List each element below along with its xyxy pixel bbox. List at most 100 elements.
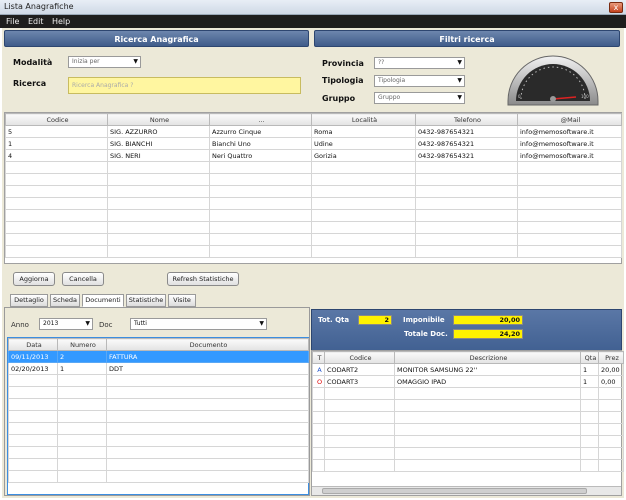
cell-prezzo: 0,00 xyxy=(598,375,624,388)
cell-documento xyxy=(106,470,309,483)
column-header-localita[interactable]: Località xyxy=(311,113,416,126)
column-header-tipo[interactable]: T xyxy=(312,351,325,364)
search-panel: Ricerca Anagrafica Filtri ricerca Modali… xyxy=(2,28,624,292)
table-row[interactable] xyxy=(8,422,309,435)
table-row[interactable]: 02/20/2013 1 DDT xyxy=(8,362,309,375)
table-row[interactable] xyxy=(5,185,622,198)
table-row[interactable] xyxy=(312,447,624,460)
table-row[interactable] xyxy=(8,398,309,411)
table-row[interactable] xyxy=(5,245,622,258)
cell-numero xyxy=(57,422,107,435)
column-header-extra[interactable]: ... xyxy=(209,113,312,126)
tab-scheda[interactable]: Scheda xyxy=(50,294,80,307)
menu-file[interactable]: File xyxy=(6,17,19,26)
refresh-statistiche-button[interactable]: Refresh Statistiche xyxy=(167,272,239,286)
provincia-label: Provincia xyxy=(322,59,364,68)
table-row[interactable]: O CODART3 OMAGGIO IPAD 1 0,00 xyxy=(312,375,624,388)
horizontal-scrollbar[interactable] xyxy=(312,486,621,495)
cell-mail xyxy=(517,221,622,234)
tab-dettaglio[interactable]: Dettaglio xyxy=(10,294,48,307)
cell-extra xyxy=(209,161,312,174)
table-row[interactable] xyxy=(5,173,622,186)
tab-visite[interactable]: Visite xyxy=(168,294,196,307)
cell-mail xyxy=(517,209,622,222)
cell-prezzo xyxy=(598,435,624,448)
cell-descrizione xyxy=(394,399,581,412)
table-row[interactable] xyxy=(312,423,624,436)
provincia-select[interactable]: ?? ▼ xyxy=(374,57,465,69)
tipologia-value: Tipologia xyxy=(378,77,406,84)
table-row[interactable] xyxy=(8,434,309,447)
column-header-qta[interactable]: Qta xyxy=(580,351,599,364)
table-row[interactable] xyxy=(8,410,309,423)
cell-qta xyxy=(580,423,599,436)
table-row[interactable] xyxy=(5,161,622,174)
column-header-data[interactable]: Data xyxy=(8,338,58,351)
table-row[interactable]: 1 SIG. BIANCHI Bianchi Uno Udine 0432-987654… xyxy=(5,137,622,150)
close-button[interactable]: x xyxy=(609,2,623,13)
table-row[interactable] xyxy=(5,233,622,246)
anno-select[interactable]: 2013 ▼ xyxy=(39,318,93,330)
column-header-mail[interactable]: @Mail xyxy=(517,113,622,126)
table-row[interactable]: A CODART2 MONITOR SAMSUNG 22'' 1 20,00 xyxy=(312,363,624,376)
modalita-select[interactable]: Inizia per ▼ xyxy=(68,56,141,68)
cell-codice xyxy=(5,245,108,258)
cell-qta: 1 xyxy=(580,363,599,376)
cell-documento: DDT xyxy=(106,362,309,375)
tot-qta-label: Tot. Qta xyxy=(318,316,350,324)
chevron-down-icon: ▼ xyxy=(85,320,90,327)
cell-documento xyxy=(106,386,309,399)
cell-documento xyxy=(106,410,309,423)
column-header-nome[interactable]: Nome xyxy=(107,113,210,126)
column-header-documento[interactable]: Documento xyxy=(106,338,309,351)
doc-select[interactable]: Tutti ▼ xyxy=(130,318,267,330)
column-header-numero[interactable]: Numero xyxy=(57,338,107,351)
scrollbar-thumb[interactable] xyxy=(322,488,587,494)
table-row[interactable] xyxy=(5,221,622,234)
table-row[interactable] xyxy=(8,374,309,387)
tipologia-select[interactable]: Tipologia ▼ xyxy=(374,75,465,87)
cell-codice xyxy=(324,459,395,472)
table-row[interactable] xyxy=(8,458,309,471)
table-row[interactable]: 5 SIG. AZZURRO Azzurro Cinque Roma 0432-9876… xyxy=(5,125,622,138)
cell-qta xyxy=(580,387,599,400)
cell-descrizione xyxy=(394,387,581,400)
menu-edit[interactable]: Edit xyxy=(28,17,44,26)
column-header-prezzo[interactable]: Prez xyxy=(598,351,624,364)
table-row[interactable] xyxy=(312,387,624,400)
cancella-button[interactable]: Cancella xyxy=(62,272,104,286)
table-row[interactable]: 09/11/2013 2 FATTURA xyxy=(8,350,309,363)
cell-localita: Udine xyxy=(311,137,416,150)
gruppo-select[interactable]: Gruppo ▼ xyxy=(374,92,465,104)
table-row[interactable] xyxy=(312,435,624,448)
cell-localita: Gorizia xyxy=(311,149,416,162)
aggiorna-button[interactable]: Aggiorna xyxy=(13,272,55,286)
column-header-descrizione[interactable]: Descrizione xyxy=(394,351,581,364)
cell-tipo xyxy=(312,411,325,424)
tab-statistiche[interactable]: Statistiche xyxy=(126,294,166,307)
table-row[interactable] xyxy=(312,399,624,412)
menu-help[interactable]: Help xyxy=(52,17,70,26)
table-row[interactable] xyxy=(5,209,622,222)
tab-documenti[interactable]: Documenti xyxy=(82,294,124,307)
table-row[interactable] xyxy=(312,411,624,424)
column-header-telefono[interactable]: Telefono xyxy=(415,113,518,126)
cell-nome xyxy=(107,209,210,222)
cell-codice xyxy=(5,221,108,234)
cell-tipo: O xyxy=(312,375,325,388)
table-row[interactable] xyxy=(8,386,309,399)
table-row[interactable] xyxy=(312,459,624,472)
cell-codice xyxy=(324,387,395,400)
table-row[interactable] xyxy=(5,197,622,210)
table-row[interactable] xyxy=(8,446,309,459)
cell-qta xyxy=(580,447,599,460)
table-row[interactable]: 4 SIG. NERI Neri Quattro Gorizia 0432-987654… xyxy=(5,149,622,162)
column-header-codice[interactable]: Codice xyxy=(5,113,108,126)
modalita-label: Modalità xyxy=(13,58,53,67)
cell-mail xyxy=(517,233,622,246)
dettaglio-table: T Codice Descrizione Qta Prez A CODART2 MO… xyxy=(312,351,624,472)
cell-data xyxy=(8,434,58,447)
column-header-codice[interactable]: Codice xyxy=(324,351,395,364)
search-input[interactable]: Ricerca Anagrafica ? xyxy=(68,77,301,94)
table-row[interactable] xyxy=(8,470,309,483)
